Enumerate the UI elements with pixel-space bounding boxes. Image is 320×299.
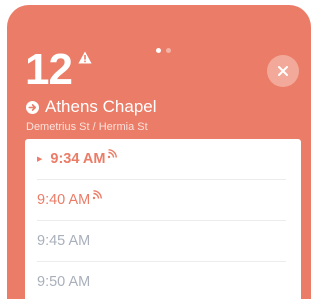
time-row[interactable]: 9:45 AM — [37, 221, 286, 262]
page-indicator[interactable] — [156, 48, 171, 53]
time-row[interactable]: ▶ 9:34 AM — [37, 139, 286, 180]
realtime-signal-icon — [108, 149, 118, 159]
time-label: 9:40 AM — [37, 192, 91, 208]
arrival-times-list: ▶ 9:34 AM 9:40 AM 9:45 AM 9:50 AM — [25, 139, 301, 299]
caret-right-icon: ▶ — [37, 156, 43, 163]
cross-street: Demetrius St / Hermia St — [26, 121, 148, 133]
route-card: 12 Athens Chapel Demetrius St / Hermia S… — [7, 5, 311, 299]
page-dot-active — [156, 48, 161, 53]
page-dot — [166, 48, 171, 53]
time-label: 9:34 AM — [50, 151, 106, 167]
arrow-circle-right-icon — [26, 100, 39, 114]
time-label: 9:45 AM — [37, 233, 91, 249]
close-button[interactable] — [267, 55, 299, 87]
close-icon — [278, 66, 288, 76]
time-label: 9:50 AM — [37, 274, 91, 290]
time-row[interactable]: 9:40 AM — [37, 180, 286, 221]
realtime-signal-icon — [93, 190, 103, 200]
stop-header: Athens Chapel — [26, 97, 157, 117]
warning-triangle-icon[interactable] — [78, 51, 92, 64]
stop-name: Athens Chapel — [45, 97, 157, 116]
time-row[interactable]: 9:50 AM — [37, 262, 286, 299]
route-number: 12 — [25, 45, 73, 94]
